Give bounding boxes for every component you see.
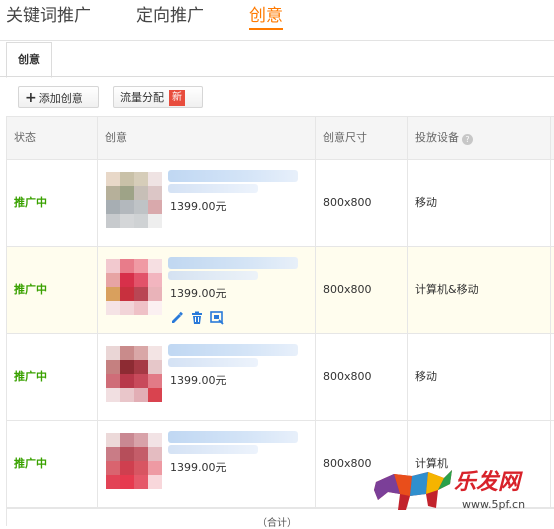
- status-text: 推广中: [14, 370, 47, 383]
- watermark-url: www.5pf.cn: [462, 498, 526, 511]
- add-creative-button[interactable]: + 添加创意: [18, 86, 99, 108]
- tab-targeted-promotion[interactable]: 定向推广: [136, 1, 204, 26]
- add-creative-label: 添加创意: [38, 92, 83, 105]
- table-row: 推广中 1399.00元 800x800 计算机&移动: [7, 247, 554, 334]
- toolbar: + 添加创意 流量分配新: [0, 77, 554, 115]
- size-text: 800x800: [323, 457, 372, 470]
- blurred-title[interactable]: [168, 170, 298, 182]
- preview-icon[interactable]: [210, 311, 224, 325]
- blurred-title[interactable]: [168, 431, 298, 443]
- price-text: 1399.00元: [170, 374, 227, 387]
- device-text: 移动: [415, 370, 437, 383]
- traffic-allocation-label: 流量分配: [120, 91, 164, 104]
- size-text: 800x800: [323, 196, 372, 209]
- pencil-icon[interactable]: [170, 311, 184, 325]
- device-text: 移动: [415, 196, 437, 209]
- table-header: 状态 创意 创意尺寸 投放设备?: [7, 116, 554, 160]
- blurred-subtitle: [168, 271, 258, 280]
- header-device-label: 投放设备: [415, 131, 459, 144]
- help-circle-icon[interactable]: ?: [462, 134, 473, 145]
- blurred-subtitle: [168, 358, 258, 367]
- subtab-creative[interactable]: 创意: [6, 42, 52, 78]
- price-text: 1399.00元: [170, 461, 227, 474]
- trash-icon[interactable]: [190, 311, 204, 325]
- header-size: 创意尺寸: [315, 117, 407, 159]
- status-text: 推广中: [14, 457, 47, 470]
- table-row: 推广中 1399.00元 800x800 移动: [7, 160, 554, 247]
- blurred-subtitle: [168, 445, 258, 454]
- device-text: 计算机&移动: [415, 283, 479, 296]
- header-extra: [550, 117, 554, 159]
- size-text: 800x800: [323, 370, 372, 383]
- blurred-title[interactable]: [168, 344, 298, 356]
- watermark-logo: 乐发网 www.5pf.cn: [366, 458, 554, 525]
- new-badge: 新: [169, 90, 185, 106]
- bull-logo-icon: [374, 470, 452, 510]
- top-tab-bar: 关键词推广 定向推广 创意: [0, 0, 554, 32]
- watermark-brand: 乐发网: [454, 470, 521, 495]
- blurred-subtitle: [168, 184, 258, 193]
- tab-keyword-promotion[interactable]: 关键词推广: [6, 1, 91, 26]
- header-creative: 创意: [97, 117, 315, 159]
- size-text: 800x800: [323, 283, 372, 296]
- status-text: 推广中: [14, 196, 47, 209]
- header-status: 状态: [14, 131, 36, 144]
- traffic-allocation-button[interactable]: 流量分配新: [113, 86, 203, 108]
- header-device: 投放设备?: [407, 117, 550, 159]
- creative-cell: 1399.00元: [97, 247, 315, 333]
- creative-cell: 1399.00元: [97, 421, 315, 507]
- blurred-title[interactable]: [168, 257, 298, 269]
- plus-icon: +: [25, 90, 37, 106]
- creative-thumbnail[interactable]: [106, 259, 162, 315]
- tab-creative[interactable]: 创意: [249, 1, 283, 30]
- table-row: 推广中 1399.00元 800x800 移动: [7, 334, 554, 421]
- creative-thumbnail[interactable]: [106, 433, 162, 489]
- creative-thumbnail[interactable]: [106, 172, 162, 228]
- creative-table: 状态 创意 创意尺寸 投放设备? 推广中 1399.00元 800x800 移动…: [6, 116, 554, 508]
- status-text: 推广中: [14, 283, 47, 296]
- price-text: 1399.00元: [170, 287, 227, 300]
- price-text: 1399.00元: [170, 200, 227, 213]
- total-label: （合计）: [257, 518, 297, 529]
- creative-cell: 1399.00元: [97, 160, 315, 246]
- creative-thumbnail[interactable]: [106, 346, 162, 402]
- creative-cell: 1399.00元: [97, 334, 315, 420]
